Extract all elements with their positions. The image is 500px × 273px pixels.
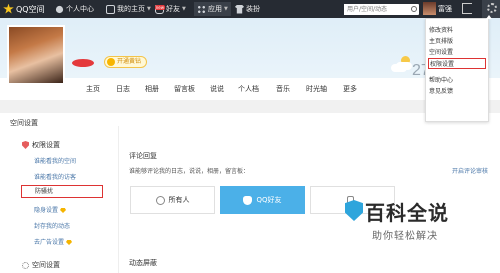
new-badge: new [154,4,165,10]
tab-moments[interactable]: 说说 [210,84,224,94]
nav-apps[interactable]: 应用 ▼ [194,2,231,16]
nav-dress-up[interactable]: 装扮 [232,2,263,16]
enable-comment-review-link[interactable]: 开启评论审核 [452,166,488,175]
sidebar-item-archive-feed[interactable]: 封存我的动态 [34,221,70,230]
sidebar-group-label: 空间设置 [32,261,60,269]
nav-label: 装扮 [246,5,260,13]
menu-item-layout[interactable]: 主页排版 [426,36,488,47]
redacted-nickname [72,59,94,67]
search-box [344,4,419,15]
cloud-icon [396,62,412,70]
friends-icon: new [154,4,165,14]
option-label: 所有人 [168,196,190,204]
apps-grid-icon [197,4,206,14]
option-qq-friends[interactable]: QQ好友 [220,186,305,214]
star-logo-icon [3,3,14,14]
menu-item-permission-settings[interactable]: 权限设置 [428,58,486,69]
nav-label: 我的主页 [117,5,145,13]
chevron-down-icon: ▼ [182,6,186,12]
menu-item-space-settings[interactable]: 空间设置 [426,47,488,58]
comment-section-description: 谁能够评论我的日志，说说，相册，留言板： [129,168,250,175]
profile-avatar[interactable] [7,25,65,85]
chevron-down-icon: ▼ [147,6,151,12]
logout-icon[interactable] [462,3,472,14]
nav-friends[interactable]: new 好友 ▼ [152,2,189,16]
comment-section-title: 评论回复 [129,152,157,160]
sidebar-item-label: 隐身设置 [34,207,59,214]
sidebar-item-label: 去广告设置 [34,239,65,246]
user-avatar[interactable] [423,2,436,15]
sidebar-divider [118,126,119,273]
sidebar-item-ad-removal[interactable]: 去广告设置 [34,237,73,246]
search-input[interactable] [344,4,408,15]
open-yellow-diamond-button[interactable]: 开通黄钻 [104,56,148,68]
nav-label: 应用 [208,5,222,13]
home-box-icon [106,4,115,14]
logo-text: QQ空间 [16,4,45,14]
vip-label: 开通黄钻 [117,58,142,65]
sidebar-group-space-settings[interactable]: 空间设置 [22,260,60,270]
friends-icon [243,195,253,205]
option-everyone[interactable]: 所有人 [130,186,215,214]
yellow-diamond-icon [60,208,67,213]
yellow-diamond-icon [66,240,73,245]
user-name[interactable]: 富强 [438,4,452,14]
shield-icon [22,141,29,149]
tab-message-board[interactable]: 留言板 [174,84,195,94]
sidebar-item-who-can-view-space[interactable]: 谁能看我的空间 [34,156,76,165]
tab-home[interactable]: 主页 [86,84,100,94]
tab-timeline[interactable]: 时光轴 [306,84,327,94]
top-navigation-bar: QQ空间 个人中心 我的主页 ▼ new 好友 ▼ 应用 ▼ 装扮 富强 [0,0,500,18]
sidebar-item-invisible[interactable]: 隐身设置 [34,205,67,214]
sidebar-item-anti-harassment[interactable]: 防骚扰 [21,185,103,198]
tab-more[interactable]: 更多 [343,84,357,94]
menu-item-feedback[interactable]: 意见反馈 [426,86,488,97]
gear-icon[interactable] [487,3,497,13]
dropdown-arrow [486,15,492,19]
watermark-subtitle: 助你轻松解决 [372,231,438,242]
menu-item-help-center[interactable]: 帮助中心 [426,75,488,86]
sidebar-group-label: 权限设置 [32,141,60,149]
nav-label: 个人中心 [66,5,94,13]
nav-label: 好友 [166,5,180,13]
yellow-diamond-icon [107,58,115,66]
tab-profile-file[interactable]: 个人档 [238,84,259,94]
tab-music[interactable]: 音乐 [276,84,290,94]
tab-blog[interactable]: 日志 [116,84,130,94]
settings-dropdown-menu: 修改资料 主页排版 空间设置 权限设置 帮助中心 意见反馈 [425,18,489,122]
sidebar-item-who-can-view-visitors[interactable]: 谁能看我的访客 [34,172,76,181]
qzone-logo[interactable]: QQ空间 [3,2,45,16]
globe-icon [155,195,165,205]
search-icon[interactable] [411,6,417,12]
tab-album[interactable]: 相册 [145,84,159,94]
option-label: QQ好友 [256,196,282,204]
chevron-down-icon: ▼ [224,6,228,12]
feed-block-section-title: 动态屏蔽 [129,259,157,267]
nav-personal-center[interactable]: 个人中心 [52,2,97,16]
nav-my-homepage[interactable]: 我的主页 ▼ [103,2,154,16]
page-title: 空间设置 [10,119,38,127]
shirt-icon [235,4,244,14]
gear-icon [22,261,29,269]
menu-item-edit-profile[interactable]: 修改资料 [426,25,488,36]
watermark-title: 百科全说 [365,201,449,225]
sidebar-group-permissions[interactable]: 权限设置 [22,140,60,150]
person-icon [55,5,64,13]
